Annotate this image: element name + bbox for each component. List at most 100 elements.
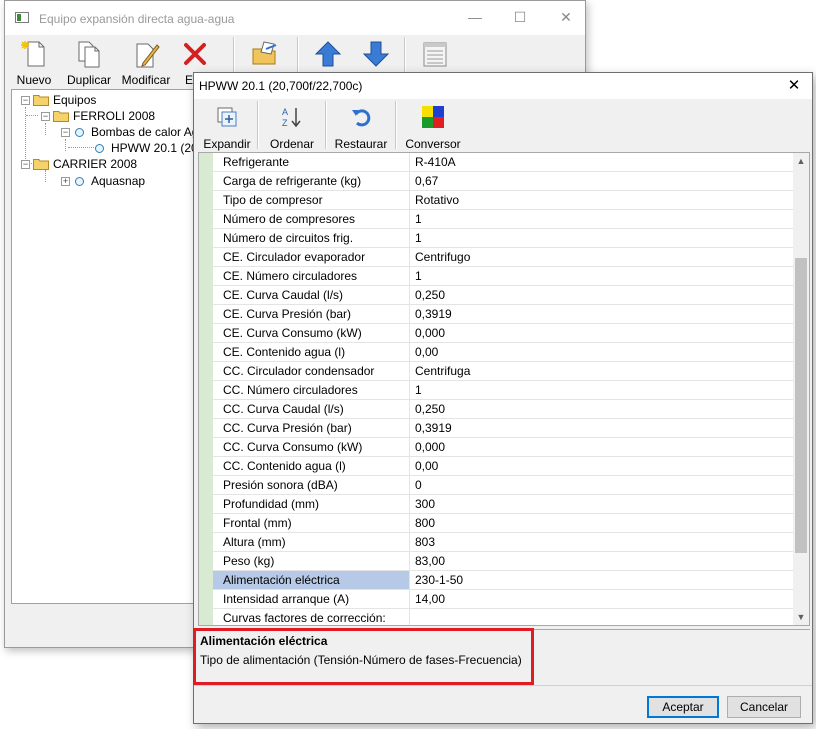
property-row[interactable]: CC. Circulador condensador Centrifuga [213, 362, 799, 381]
property-name[interactable]: CE. Número circuladores [213, 267, 410, 286]
property-name[interactable]: CE. Contenido agua (l) [213, 343, 410, 362]
property-row[interactable]: Profundidad (mm) 300 [213, 495, 799, 514]
scroll-down-icon[interactable]: ▼ [793, 609, 809, 625]
property-row[interactable]: Número de compresores 1 [213, 210, 799, 229]
property-name[interactable]: CC. Curva Presión (bar) [213, 419, 410, 438]
property-name[interactable]: Profundidad (mm) [213, 495, 410, 514]
maximize-icon[interactable]: ☐ [510, 7, 530, 27]
property-value[interactable]: 0,00 [410, 343, 799, 362]
property-row[interactable]: CC. Curva Caudal (l/s) 0,250 [213, 400, 799, 419]
property-row[interactable]: CE. Curva Consumo (kW) 0,000 [213, 324, 799, 343]
property-row[interactable]: Carga de refrigerante (kg) 0,67 [213, 172, 799, 191]
back-window-titlebar[interactable]: Equipo expansión directa agua-agua — ☐ ✕ [5, 1, 585, 35]
property-name[interactable]: CE. Curva Consumo (kW) [213, 324, 410, 343]
property-row[interactable]: Peso (kg) 83,00 [213, 552, 799, 571]
property-row[interactable]: Tipo de compresor Rotativo [213, 191, 799, 210]
property-value[interactable]: 14,00 [410, 590, 799, 609]
property-value[interactable]: Centrifuga [410, 362, 799, 381]
property-row[interactable]: CE. Curva Presión (bar) 0,3919 [213, 305, 799, 324]
property-name[interactable]: Frontal (mm) [213, 514, 410, 533]
property-grid[interactable]: Refrigerante R-410A Carga de refrigerante … [198, 152, 810, 626]
property-name[interactable]: CE. Curva Caudal (l/s) [213, 286, 410, 305]
property-value[interactable]: 0,000 [410, 324, 799, 343]
property-value[interactable]: 1 [410, 267, 799, 286]
property-value[interactable]: R-410A [410, 153, 799, 172]
property-name[interactable]: Refrigerante [213, 153, 410, 172]
property-row[interactable]: CE. Curva Caudal (l/s) 0,250 [213, 286, 799, 305]
property-name[interactable]: CC. Curva Consumo (kW) [213, 438, 410, 457]
property-row[interactable]: CE. Circulador evaporador Centrifugo [213, 248, 799, 267]
property-value[interactable] [410, 609, 799, 625]
property-value[interactable]: 800 [410, 514, 799, 533]
property-name[interactable]: Altura (mm) [213, 533, 410, 552]
property-row[interactable]: Intensidad arranque (A) 14,00 [213, 590, 799, 609]
restore-button[interactable]: Restaurar [333, 99, 389, 151]
sort-button[interactable]: A Z Ordenar [266, 99, 318, 151]
property-value[interactable]: 1 [410, 381, 799, 400]
property-row[interactable]: CC. Número circuladores 1 [213, 381, 799, 400]
property-name[interactable]: Carga de refrigerante (kg) [213, 172, 410, 191]
property-row[interactable]: Alimentación eléctrica 230-1-50 [213, 571, 799, 590]
expand-button[interactable]: Expandir [202, 99, 252, 151]
scroll-up-icon[interactable]: ▲ [793, 153, 809, 169]
property-row[interactable]: CC. Curva Presión (bar) 0,3919 [213, 419, 799, 438]
tree-node-carrier[interactable]: CARRIER 2008 [53, 156, 137, 172]
property-row[interactable]: CC. Curva Consumo (kW) 0,000 [213, 438, 799, 457]
scrollbar-thumb[interactable] [795, 258, 807, 553]
property-name[interactable]: Número de circuitos frig. [213, 229, 410, 248]
dialog-titlebar[interactable]: HPWW 20.1 (20,700f/22,700c) ✕ [194, 73, 812, 99]
close-icon[interactable]: ✕ [784, 76, 804, 96]
property-row[interactable]: CC. Contenido agua (l) 0,00 [213, 457, 799, 476]
property-row[interactable]: Curvas factores de corrección: [213, 609, 799, 625]
collapse-icon[interactable]: − [61, 128, 70, 137]
property-row[interactable]: Presión sonora (dBA) 0 [213, 476, 799, 495]
property-value[interactable]: 300 [410, 495, 799, 514]
property-name[interactable]: Curvas factores de corrección: [213, 609, 410, 625]
property-value[interactable]: 1 [410, 210, 799, 229]
property-value[interactable]: 83,00 [410, 552, 799, 571]
property-name[interactable]: CC. Curva Caudal (l/s) [213, 400, 410, 419]
tree-node-aquasnap[interactable]: Aquasnap [91, 173, 145, 189]
property-name[interactable]: CC. Circulador condensador [213, 362, 410, 381]
tree-node-ferroli[interactable]: FERROLI 2008 [73, 108, 155, 124]
tree-node-equipos[interactable]: Equipos [53, 92, 96, 108]
property-value[interactable]: 0,250 [410, 286, 799, 305]
property-name[interactable]: Alimentación eléctrica [213, 571, 410, 590]
duplicate-button[interactable]: Duplicar [63, 35, 115, 89]
accept-button[interactable]: Aceptar [647, 696, 719, 718]
property-value[interactable]: 230-1-50 [410, 571, 799, 590]
property-name[interactable]: Número de compresores [213, 210, 410, 229]
minimize-icon[interactable]: — [465, 7, 485, 27]
property-row[interactable]: Altura (mm) 803 [213, 533, 799, 552]
property-name[interactable]: Presión sonora (dBA) [213, 476, 410, 495]
property-value[interactable]: 1 [410, 229, 799, 248]
property-value[interactable]: 0,67 [410, 172, 799, 191]
property-value[interactable]: 0,250 [410, 400, 799, 419]
property-value[interactable]: 0,000 [410, 438, 799, 457]
property-value[interactable]: 0,3919 [410, 419, 799, 438]
new-button[interactable]: Nuevo [9, 35, 59, 89]
property-name[interactable]: CC. Contenido agua (l) [213, 457, 410, 476]
collapse-icon[interactable]: − [21, 96, 30, 105]
property-grid-scrollbar[interactable]: ▲ ▼ [793, 153, 809, 625]
property-row[interactable]: Refrigerante R-410A [213, 153, 799, 172]
property-name[interactable]: CE. Circulador evaporador [213, 248, 410, 267]
property-value[interactable]: 0 [410, 476, 799, 495]
property-value[interactable]: Rotativo [410, 191, 799, 210]
cancel-button[interactable]: Cancelar [727, 696, 801, 718]
property-row[interactable]: Frontal (mm) 800 [213, 514, 799, 533]
edit-button[interactable]: Modificar [120, 35, 172, 89]
property-value[interactable]: Centrifugo [410, 248, 799, 267]
property-name[interactable]: Intensidad arranque (A) [213, 590, 410, 609]
collapse-icon[interactable]: − [41, 112, 50, 121]
collapse-icon[interactable]: − [21, 160, 30, 169]
property-row[interactable]: CE. Número circuladores 1 [213, 267, 799, 286]
property-value[interactable]: 803 [410, 533, 799, 552]
expand-node-icon[interactable]: + [61, 177, 70, 186]
property-name[interactable]: Peso (kg) [213, 552, 410, 571]
property-name[interactable]: CC. Número circuladores [213, 381, 410, 400]
property-name[interactable]: Tipo de compresor [213, 191, 410, 210]
property-value[interactable]: 0,3919 [410, 305, 799, 324]
property-row[interactable]: Número de circuitos frig. 1 [213, 229, 799, 248]
close-icon[interactable]: ✕ [556, 7, 576, 27]
